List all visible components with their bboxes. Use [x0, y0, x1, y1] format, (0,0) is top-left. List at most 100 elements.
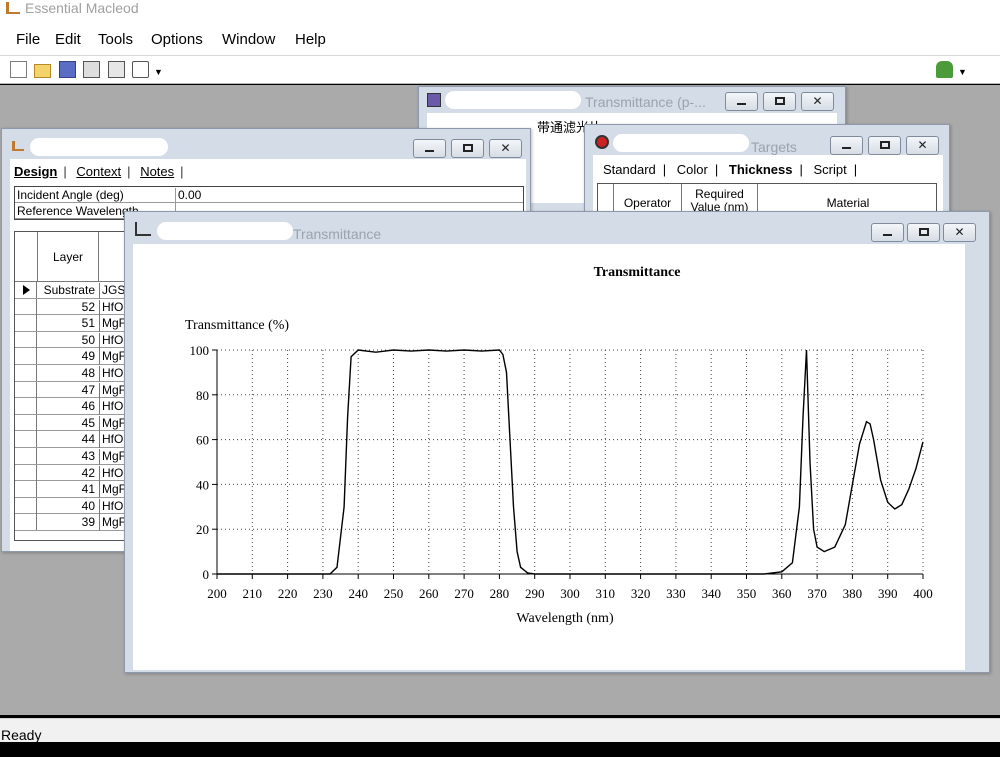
row-indicator[interactable] — [15, 448, 37, 464]
menu-file[interactable]: File — [16, 31, 40, 48]
status-text: Ready — [1, 727, 42, 743]
new-file-icon[interactable] — [10, 61, 27, 78]
row-indicator[interactable] — [15, 514, 37, 531]
menu-bar: File Edit Tools Options Window Help — [0, 24, 1000, 56]
layer-number: 39 — [81, 515, 95, 530]
incident-angle-value[interactable]: 0.00 — [175, 188, 201, 204]
tab-standard[interactable]: Standard — [603, 162, 656, 177]
tab-design[interactable]: Design — [14, 164, 57, 179]
row-indicator[interactable] — [15, 365, 37, 381]
row-indicator[interactable] — [15, 497, 37, 514]
close-button[interactable]: ✕ — [801, 92, 834, 111]
save-icon[interactable] — [59, 61, 76, 78]
x-tick-label: 310 — [596, 586, 616, 601]
layer-number: 47 — [81, 382, 95, 397]
menu-help[interactable]: Help — [295, 31, 326, 48]
window-title: Targets — [751, 139, 797, 155]
plot-3d-icon — [427, 93, 441, 107]
y-tick-label: 80 — [196, 388, 209, 403]
layer-number: 50 — [81, 332, 95, 347]
row-indicator[interactable] — [15, 381, 37, 398]
x-tick-label: 230 — [313, 586, 333, 601]
maximize-button[interactable] — [763, 92, 796, 111]
y-tick-label: 0 — [203, 567, 210, 582]
row-indicator[interactable] — [15, 398, 37, 415]
chevron-down-icon[interactable]: ▼ — [958, 67, 967, 84]
plot-client-area: Transmittance Transmittance (%) Waveleng… — [133, 244, 965, 670]
plot-icon — [135, 222, 151, 236]
x-tick-label: 330 — [666, 586, 686, 601]
row-indicator[interactable] — [15, 464, 37, 481]
app-logo-icon — [6, 2, 20, 14]
maximize-button[interactable] — [451, 139, 484, 158]
row-indicator[interactable] — [15, 348, 37, 365]
close-button[interactable]: ✕ — [943, 223, 976, 242]
row-indicator[interactable] — [15, 414, 37, 431]
transmittance-plot-window[interactable]: Transmittance ✕ Transmittance Transmitta… — [124, 211, 990, 673]
row-indicator[interactable] — [15, 481, 37, 498]
layer-number: Substrate — [43, 283, 95, 297]
x-tick-label: 380 — [843, 586, 863, 601]
x-tick-label: 280 — [490, 586, 510, 601]
layer-number: 42 — [81, 465, 95, 480]
tab-thickness[interactable]: Thickness — [729, 162, 793, 177]
menu-tools[interactable]: Tools — [98, 31, 133, 48]
y-tick-label: 100 — [190, 343, 210, 358]
menu-options[interactable]: Options — [151, 31, 203, 48]
close-button[interactable]: ✕ — [489, 139, 522, 158]
x-tick-label: 350 — [737, 586, 757, 601]
menu-edit[interactable]: Edit — [55, 31, 81, 48]
tab-color[interactable]: Color — [677, 162, 708, 177]
targets-window[interactable]: Targets ✕ Standard | Color | Thickness | Sc… — [584, 124, 950, 224]
layer-number: 44 — [81, 432, 95, 447]
x-tick-label: 370 — [807, 586, 827, 601]
row-indicator[interactable] — [15, 431, 37, 448]
row-indicator[interactable] — [15, 298, 37, 315]
properties-icon[interactable] — [83, 61, 100, 78]
design-icon — [12, 141, 24, 151]
x-tick-label: 200 — [207, 586, 227, 601]
x-tick-label: 300 — [560, 586, 580, 601]
layer-number: 49 — [81, 349, 95, 364]
y-tick-label: 20 — [196, 522, 209, 537]
transmittance-chart: Transmittance Transmittance (%) Waveleng… — [185, 265, 933, 626]
maximize-button[interactable] — [907, 223, 940, 242]
tab-script[interactable]: Script — [813, 162, 846, 177]
target-icon — [595, 135, 609, 149]
y-tick-label: 60 — [196, 433, 209, 448]
targets-tabs: Standard | Color | Thickness | Script | — [603, 162, 858, 177]
minimize-button[interactable] — [725, 92, 758, 111]
row-indicator[interactable] — [15, 331, 37, 348]
layer-header: Layer — [37, 232, 99, 282]
layer-number: 43 — [81, 449, 95, 463]
x-tick-label: 400 — [913, 586, 933, 601]
macleod-tool-icon[interactable] — [936, 61, 953, 78]
x-tick-label: 270 — [454, 586, 474, 601]
window-title: Transmittance (p-... — [585, 94, 706, 110]
targets-content: Standard | Color | Thickness | Script | Oper… — [593, 155, 943, 224]
tab-context[interactable]: Context — [76, 164, 121, 179]
close-button[interactable]: ✕ — [906, 136, 939, 155]
toolbar: ▼ ▼ — [0, 56, 1000, 84]
minimize-button[interactable] — [871, 223, 904, 242]
x-tick-label: 290 — [525, 586, 545, 601]
x-tick-label: 390 — [878, 586, 898, 601]
layer-number: 46 — [81, 399, 95, 414]
print-preview-icon[interactable] — [132, 61, 149, 78]
minimize-button[interactable] — [830, 136, 863, 155]
x-tick-label: 210 — [243, 586, 262, 601]
x-axis-label: Wavelength (nm) — [516, 611, 614, 626]
maximize-button[interactable] — [868, 136, 901, 155]
row-indicator[interactable] — [15, 282, 37, 298]
chevron-down-icon[interactable]: ▼ — [154, 67, 163, 84]
x-tick-label: 260 — [419, 586, 439, 601]
minimize-button[interactable] — [413, 139, 446, 158]
row-indicator[interactable] — [15, 315, 37, 332]
open-folder-icon[interactable] — [34, 64, 51, 78]
layer-number: 40 — [81, 498, 95, 513]
incident-angle-row[interactable]: Incident Angle (deg) 0.00 — [15, 187, 523, 204]
print-icon[interactable] — [108, 61, 125, 78]
menu-window[interactable]: Window — [222, 31, 275, 48]
current-row-arrow-icon — [23, 285, 30, 295]
tab-notes[interactable]: Notes — [140, 164, 174, 179]
